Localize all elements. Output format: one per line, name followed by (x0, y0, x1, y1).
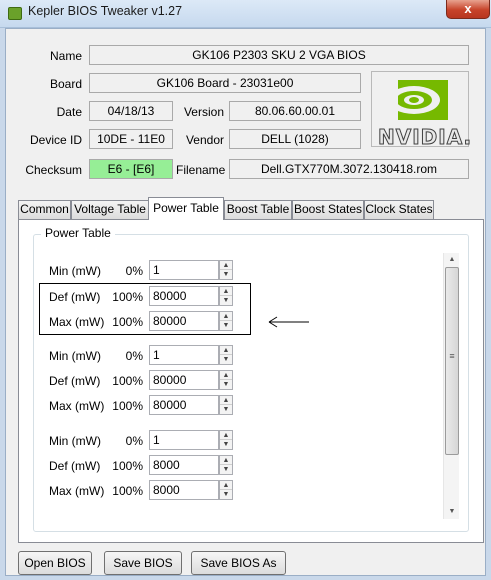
left-arrow-icon (268, 316, 309, 328)
spinner[interactable]: ▲ ▼ (219, 345, 233, 365)
device-id-label: Device ID (29, 133, 82, 147)
row-value-input[interactable]: 1 (149, 430, 219, 450)
row-label: Min (mW) (49, 349, 101, 363)
title-bar: Kepler BIOS Tweaker v1.27 x (0, 0, 491, 28)
row-value-input[interactable]: 8000 (149, 455, 219, 475)
row-percent: 100% (112, 374, 143, 388)
filename-label: Filename (176, 163, 226, 177)
name-field: GK106 P2303 SKU 2 VGA BIOS (89, 45, 469, 65)
row-percent: 100% (112, 399, 143, 413)
tab-boost-table[interactable]: Boost Table (224, 200, 292, 219)
power-table-panel: Power Table Min (mW) 0% 1 ▲ ▼ Def (mW) 10… (18, 219, 484, 543)
row-label: Max (mW) (49, 484, 105, 498)
nvidia-wordmark: NVIDIA. (377, 125, 473, 150)
vendor-field: DELL (1028) (229, 129, 361, 149)
spinner[interactable]: ▲ ▼ (219, 370, 233, 390)
row-percent: 100% (112, 484, 143, 498)
date-field: 04/18/13 (89, 101, 173, 121)
spin-up-icon[interactable]: ▲ (220, 456, 232, 465)
checksum-field: E6 - [E6] (89, 159, 173, 179)
spin-down-icon[interactable]: ▼ (220, 270, 232, 279)
close-button[interactable]: x (446, 0, 490, 19)
row-value-input[interactable]: 80000 (149, 370, 219, 390)
row-label: Min (mW) (49, 434, 101, 448)
checksum-label: Checksum (25, 163, 82, 177)
spin-up-icon[interactable]: ▲ (220, 261, 232, 270)
scroll-thumb[interactable]: ≡ (445, 267, 459, 455)
window-title: Kepler BIOS Tweaker v1.27 (28, 4, 183, 18)
row-percent: 0% (125, 349, 143, 363)
spin-up-icon[interactable]: ▲ (220, 371, 232, 380)
spin-down-icon[interactable]: ▼ (220, 380, 232, 389)
nvidia-eye-icon (386, 80, 448, 120)
spinner[interactable]: ▲ ▼ (219, 430, 233, 450)
row-label: Def (mW) (49, 374, 101, 388)
spinner[interactable]: ▲ ▼ (219, 260, 233, 280)
spinner[interactable]: ▲ ▼ (219, 455, 233, 475)
board-label: Board (49, 77, 82, 91)
name-label: Name (49, 49, 82, 63)
row-percent: 0% (125, 434, 143, 448)
date-label: Date (56, 105, 82, 119)
board-field: GK106 Board - 23031e00 (89, 73, 361, 93)
spin-down-icon[interactable]: ▼ (220, 490, 232, 499)
spinner[interactable]: ▲ ▼ (219, 395, 233, 415)
row-value-input[interactable]: 8000 (149, 480, 219, 500)
save-bios-button[interactable]: Save BIOS (104, 551, 182, 575)
vertical-scrollbar[interactable]: ▲ ≡ ▼ (443, 253, 459, 519)
spin-down-icon[interactable]: ▼ (220, 440, 232, 449)
spinner[interactable]: ▲ ▼ (219, 480, 233, 500)
row-label: Max (mW) (49, 399, 105, 413)
spin-down-icon[interactable]: ▼ (220, 465, 232, 474)
row-value-input[interactable]: 1 (149, 345, 219, 365)
power-table-group-title: Power Table (41, 226, 115, 240)
tab-power-table[interactable]: Power Table (148, 197, 224, 220)
spin-up-icon[interactable]: ▲ (220, 396, 232, 405)
vendor-label: Vendor (185, 133, 224, 147)
scroll-down-icon[interactable]: ▼ (444, 505, 460, 519)
row-label: Def (mW) (49, 459, 101, 473)
row-percent: 100% (112, 459, 143, 473)
highlight-box (39, 283, 251, 335)
open-bios-button[interactable]: Open BIOS (18, 551, 92, 575)
spin-down-icon[interactable]: ▼ (220, 355, 232, 364)
client-area: Name GK106 P2303 SKU 2 VGA BIOS Board GK… (5, 28, 486, 576)
tab-voltage-table[interactable]: Voltage Table (71, 200, 149, 219)
save-bios-as-button[interactable]: Save BIOS As (191, 551, 286, 575)
tab-boost-states[interactable]: Boost States (292, 200, 364, 219)
spin-up-icon[interactable]: ▲ (220, 431, 232, 440)
tab-clock-states[interactable]: Clock States (364, 200, 434, 219)
scroll-up-icon[interactable]: ▲ (444, 253, 460, 267)
version-label: Version (183, 105, 224, 119)
spin-up-icon[interactable]: ▲ (220, 481, 232, 490)
nvidia-logo: NVIDIA. (371, 71, 473, 150)
row-label: Min (mW) (49, 264, 101, 278)
spin-down-icon[interactable]: ▼ (220, 405, 232, 414)
row-value-input[interactable]: 80000 (149, 395, 219, 415)
tab-common[interactable]: Common (18, 200, 71, 219)
version-field: 80.06.60.00.01 (229, 101, 361, 121)
filename-field: Dell.GTX770M.3072.130418.rom (229, 159, 469, 179)
row-value-input[interactable]: 1 (149, 260, 219, 280)
spin-up-icon[interactable]: ▲ (220, 346, 232, 355)
app-icon (8, 7, 22, 20)
device-id-field: 10DE - 11E0 (89, 129, 173, 149)
row-percent: 0% (125, 264, 143, 278)
